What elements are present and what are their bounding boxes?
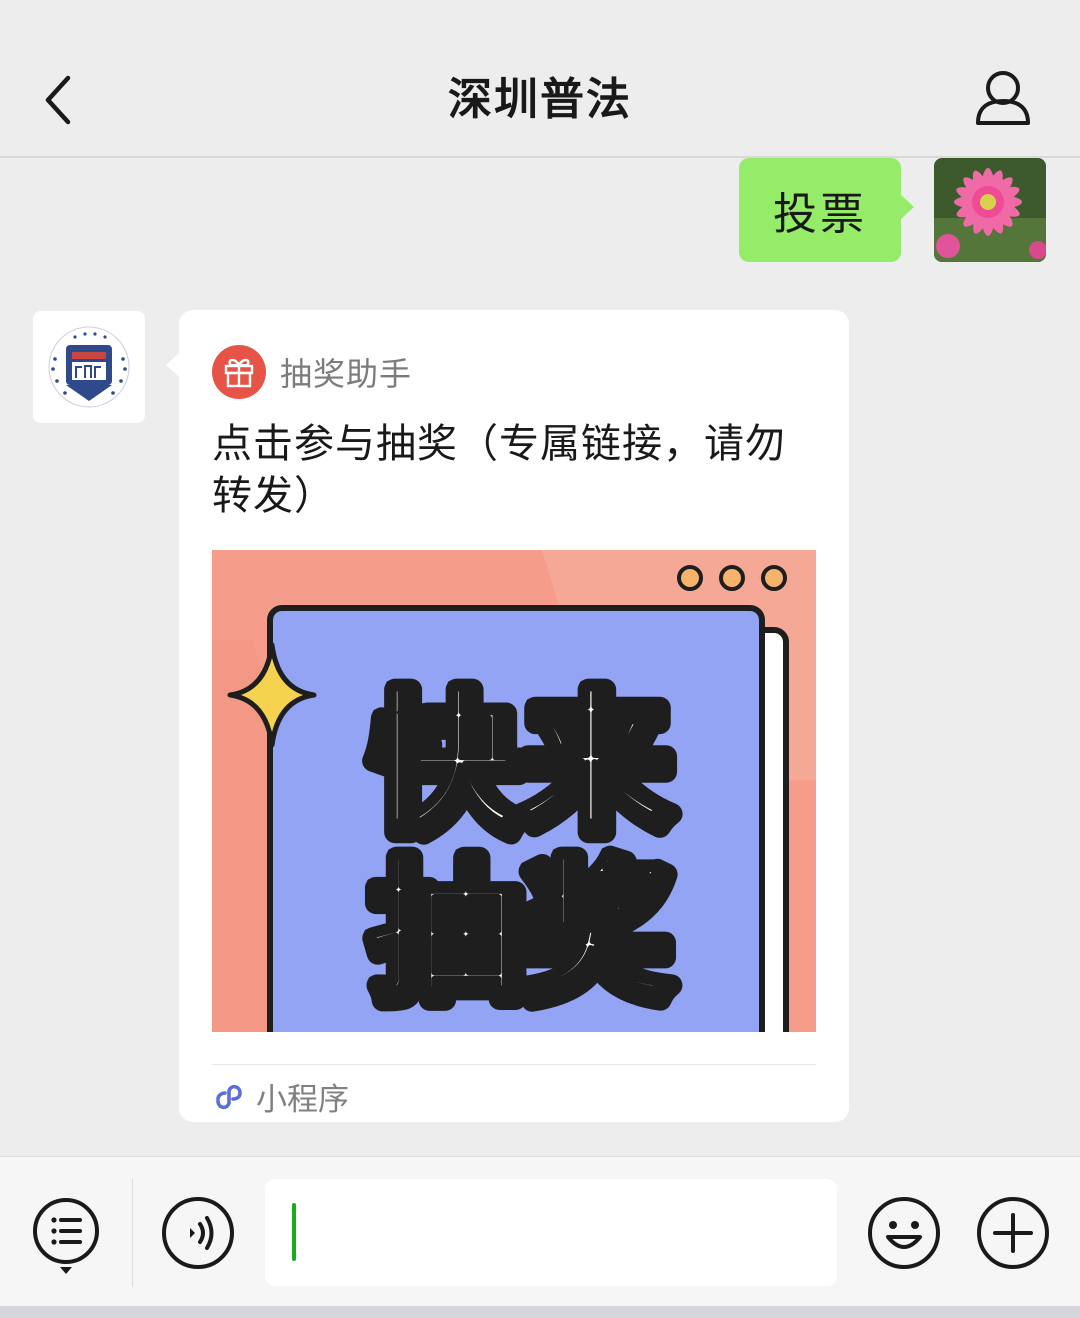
page-title: 深圳普法 (448, 74, 632, 125)
mini-program-icon (216, 1084, 242, 1110)
mini-program-name: 抽奖助手 (280, 355, 413, 393)
mini-program-header: 抽奖助手 (212, 344, 412, 400)
emoji-button[interactable] (866, 1195, 942, 1271)
person-icon (976, 71, 1030, 125)
chat-info-button[interactable] (970, 68, 1036, 128)
card-cover-image: 快来 快来 抽奖 抽奖 (212, 550, 816, 1032)
menu-list-icon (33, 1198, 99, 1274)
gift-icon (224, 358, 254, 388)
card-footer: 小程序 (212, 1076, 349, 1118)
text-caret (292, 1203, 296, 1261)
mini-program-card[interactable]: 抽奖助手 点击参与抽奖（专属链接，请勿转发） 快来 快来 抽奖 抽奖 小程序 (166, 310, 849, 1122)
home-indicator-area (0, 1306, 1080, 1318)
outgoing-message-bubble[interactable]: 投票 (739, 158, 914, 262)
shenzhen-law-logo (48, 326, 130, 408)
flower-avatar-image (934, 158, 1046, 262)
more-actions-button[interactable] (975, 1195, 1051, 1271)
message-input[interactable] (265, 1179, 837, 1286)
outgoing-message-text: 投票 (773, 189, 867, 240)
service-menu-button[interactable] (30, 1195, 102, 1277)
plus-icon (977, 1197, 1049, 1269)
my-avatar[interactable] (934, 158, 1046, 262)
message-list[interactable]: 投票 抽奖助手 点击参与抽奖（专属链接，请勿转发） 快来 快来 抽奖 抽奖 小程… (0, 158, 1080, 1156)
card-divider (212, 1064, 816, 1065)
headline-line1: 快来 (366, 674, 666, 848)
headline-line2: 抽奖 (366, 842, 666, 1016)
toolbar-divider (132, 1179, 133, 1287)
voice-icon (162, 1197, 234, 1269)
voice-input-button[interactable] (160, 1195, 236, 1271)
chat-header: 深圳普法 (0, 0, 1080, 158)
gift-badge (212, 345, 266, 399)
lottery-cover-graphic: 快来 快来 抽奖 抽奖 (212, 550, 816, 1032)
input-toolbar (0, 1156, 1080, 1306)
mini-program-label: 小程序 (256, 1081, 349, 1118)
emoji-icon (868, 1197, 940, 1269)
official-account-avatar[interactable] (33, 311, 145, 423)
card-description: 点击参与抽奖（专属链接，请勿转发） (212, 421, 786, 519)
